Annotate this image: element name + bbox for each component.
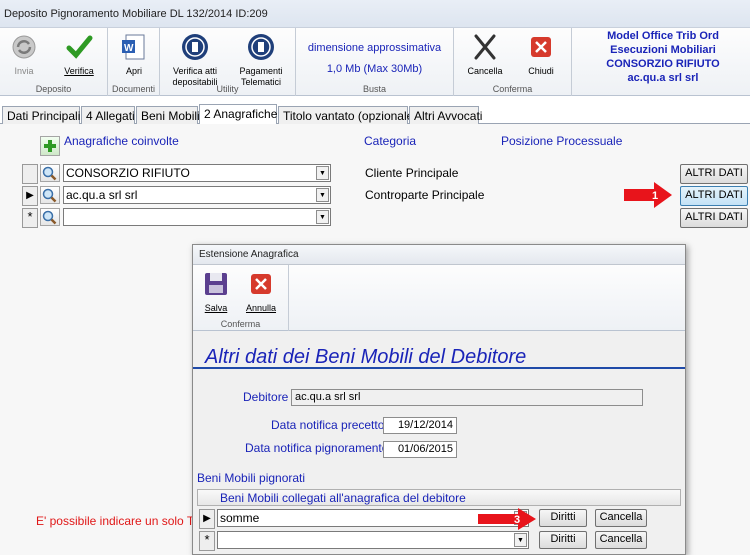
dialog-heading: Altri dati dei Beni Mobili del Debitore [193,345,685,369]
cancella-row-button[interactable]: Cancella [595,509,647,527]
ribbon-group-deposito: Invia Verifica Deposito [0,28,108,96]
svg-text:3: 3 [514,514,520,526]
giustizia-icon [182,34,208,60]
apri-button[interactable]: W Apri [114,32,154,77]
giustizia-icon [248,34,274,60]
invia-button[interactable]: Invia [4,32,44,77]
debitore-field: ac.qu.a srl srl [291,389,643,406]
window-titlebar: Deposito Pignoramento Mobiliare DL 132/2… [0,0,750,28]
notifica-precetto-label: Data notifica precetto [271,418,385,432]
tab-titolo-vantato[interactable]: Titolo vantato (opzionale) [278,106,417,124]
anagrafica-select[interactable]: ▼ [63,208,331,226]
chevron-down-icon[interactable]: ▼ [316,210,329,224]
tab-beni-mobili[interactable]: Beni Mobili [136,106,200,124]
ribbon-group-utility: Verifica atti depositabili Pagamenti Tel… [160,28,296,96]
cancella-row-button[interactable]: Cancella [595,531,647,549]
bene-mobile-select[interactable]: ▼ [217,531,529,549]
row-indicator: * [22,208,38,228]
salva-button[interactable]: Salva [199,269,233,314]
add-anagrafica-button[interactable] [40,136,60,156]
send-icon [12,35,36,59]
altri-dati-button[interactable]: ALTRI DATI [680,186,748,206]
busta-size-label: dimensione approssimativa [307,42,442,54]
save-icon [205,273,227,295]
pagamenti-telematici-button[interactable]: Pagamenti Telematici [230,32,292,88]
search-anagrafica-button[interactable] [40,186,60,204]
tab-altri-avvocati[interactable]: Altri Avvocati [409,106,482,124]
scissors-icon [474,34,496,60]
search-icon [42,166,57,181]
chiudi-button[interactable]: Chiudi [516,32,566,77]
notifica-precetto-field[interactable]: 19/12/2014 [383,417,457,434]
check-icon [66,35,93,59]
main-ribbon: Invia Verifica Deposito W Apri Documenti… [0,28,750,96]
svg-text:1: 1 [652,190,658,202]
ribbon-group-busta: dimensione approssimativa 1,0 Mb (Max 30… [296,28,454,96]
cancella-button[interactable]: Cancella [460,32,510,77]
ribbon-group-conferma: Cancella Chiudi Conferma [454,28,572,96]
tab-anagrafiche[interactable]: 2 Anagrafiche [199,104,277,125]
categoria-label: Cliente Principale [365,166,459,180]
annotation-arrow-1: 1 [624,182,672,208]
header-categoria: Categoria [364,134,417,148]
search-icon [42,188,57,203]
beni-grid-header: Beni Mobili collegati all'anagrafica del… [197,489,681,506]
plus-icon [44,140,56,152]
row-indicator: ▶ [22,186,38,206]
header-posizione: Posizione Processuale [501,134,623,148]
window-title: Deposito Pignoramento Mobiliare DL 132/2… [4,8,268,20]
dialog-group-conferma: Salva Annulla Conferma [193,265,289,331]
grid-row-indicator: ▶ [199,509,215,529]
anagrafica-select[interactable]: ac.qu.a srl srl ▼ [63,186,331,204]
altri-dati-button[interactable]: ALTRI DATI [680,208,748,228]
chevron-down-icon[interactable]: ▼ [316,166,329,180]
header-anagrafiche: Anagrafiche coinvolte [64,134,179,148]
chevron-down-icon[interactable]: ▼ [316,188,329,202]
debitore-label: Debitore [243,390,289,404]
close-icon [531,37,551,57]
diritti-button[interactable]: Diritti [539,531,587,549]
close-icon [251,274,271,294]
model-info: Model Office Trib Ord Esecuzioni Mobilia… [606,30,720,84]
tab-dati-principali[interactable]: Dati Principali [2,106,80,124]
notifica-pignoramento-label: Data notifica pignoramento [245,441,389,455]
estensione-anagrafica-dialog: Estensione Anagrafica Salva Annulla Conf… [192,244,686,555]
svg-text:W: W [124,43,134,54]
anagrafica-select[interactable]: CONSORZIO RIFIUTO ▼ [63,164,331,182]
search-anagrafica-button[interactable] [40,164,60,182]
chevron-down-icon[interactable]: ▼ [514,533,527,547]
ribbon-group-documenti: W Apri Documenti [108,28,160,96]
annulla-button[interactable]: Annulla [241,269,281,314]
row-indicator [22,164,38,184]
dialog-ribbon: Salva Annulla Conferma [193,265,685,331]
annotation-arrow-3: 3 [478,508,536,530]
altri-dati-button[interactable]: ALTRI DATI [680,164,748,184]
search-icon [42,210,57,225]
categoria-label: Controparte Principale [365,188,485,202]
diritti-button[interactable]: Diritti [539,509,587,527]
busta-size-value: 1,0 Mb (Max 30Mb) [326,63,423,75]
word-document-icon: W [122,34,145,60]
verifica-button[interactable]: Verifica [56,32,102,77]
notifica-pignoramento-field[interactable]: 01/06/2015 [383,441,457,458]
verifica-atti-button[interactable]: Verifica atti depositabili [164,32,226,88]
beni-mobili-section-label: Beni Mobili pignorati [197,471,306,485]
tab-bar: Dati Principali 4 Allegati Beni Mobili 2… [0,104,750,125]
dialog-title: Estensione Anagrafica [193,245,685,265]
note-text: E' possibile indicare un solo Ter [36,514,204,528]
tab-allegati[interactable]: 4 Allegati [81,106,135,124]
grid-row-indicator: * [199,531,215,551]
search-anagrafica-button[interactable] [40,208,60,226]
